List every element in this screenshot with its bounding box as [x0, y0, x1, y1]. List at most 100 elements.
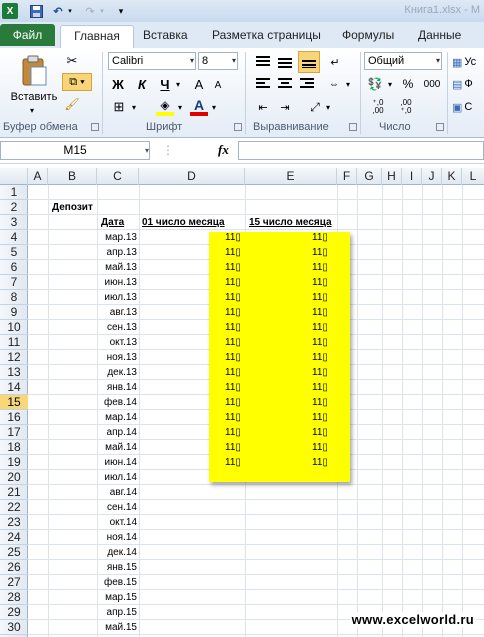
undo-dropdown-icon[interactable]: ▾ [66, 3, 74, 19]
value-cell-day-1[interactable]: 11▯ [225, 380, 241, 395]
value-cell-day-15[interactable]: 11▯ [312, 260, 328, 275]
date-cell[interactable]: май.14 [97, 440, 137, 455]
tab-page-layout[interactable]: Разметка страницы [212, 28, 321, 42]
row-header[interactable]: 21 [0, 485, 28, 500]
column-header-e[interactable]: E [245, 168, 337, 185]
row-header[interactable]: 4 [0, 230, 28, 245]
align-left-icon[interactable] [254, 76, 272, 92]
value-cell-day-1[interactable]: 11▯ [225, 305, 241, 320]
value-cell-day-15[interactable]: 11▯ [312, 290, 328, 305]
row-header[interactable]: 24 [0, 530, 28, 545]
row-header[interactable]: 27 [0, 575, 28, 590]
date-cell[interactable]: июн.14 [97, 455, 137, 470]
row-header[interactable]: 12 [0, 350, 28, 365]
row-header[interactable]: 30 [0, 620, 28, 635]
date-cell[interactable]: апр.14 [97, 425, 137, 440]
value-cell-day-15[interactable]: 11▯ [312, 455, 328, 470]
redo-dropdown-icon[interactable]: ▾ [98, 3, 106, 19]
align-center-icon[interactable] [276, 76, 294, 92]
row-header[interactable]: 1 [0, 185, 28, 200]
date-cell[interactable]: апр.15 [97, 605, 137, 620]
row-header[interactable]: 8 [0, 290, 28, 305]
underline-dropdown-icon[interactable]: ▾ [174, 78, 182, 90]
value-cell-day-1[interactable]: 11▯ [225, 455, 241, 470]
date-cell[interactable]: авг.13 [97, 305, 137, 320]
date-cell[interactable]: мар.14 [97, 410, 137, 425]
orientation-icon[interactable]: ⤢ [306, 99, 324, 115]
column-header-c[interactable]: C [97, 168, 139, 185]
currency-dropdown-icon[interactable]: ▾ [386, 78, 394, 90]
cell-styles-button[interactable]: ▣ С [452, 99, 484, 115]
row-header[interactable]: 18 [0, 440, 28, 455]
value-cell-day-15[interactable]: 11▯ [312, 230, 328, 245]
alignment-launcher-icon[interactable] [349, 123, 357, 131]
column-header-l[interactable]: L [462, 168, 484, 185]
date-cell[interactable]: сен.13 [97, 320, 137, 335]
font-launcher-icon[interactable] [234, 123, 242, 131]
tab-formulas[interactable]: Формулы [342, 28, 394, 42]
date-cell[interactable]: окт.14 [97, 515, 137, 530]
align-top-icon[interactable] [254, 54, 272, 70]
row-header[interactable]: 14 [0, 380, 28, 395]
column-header-b[interactable]: B [48, 168, 97, 185]
column-header-d[interactable]: D [139, 168, 245, 185]
tab-home[interactable]: Главная [60, 25, 134, 48]
row-header[interactable]: 17 [0, 425, 28, 440]
value-cell-day-15[interactable]: 11▯ [312, 425, 328, 440]
row-header[interactable]: 22 [0, 500, 28, 515]
column-header-g[interactable]: G [357, 168, 382, 185]
value-cell-day-15[interactable]: 11▯ [312, 365, 328, 380]
row-header[interactable]: 20 [0, 470, 28, 485]
align-middle-icon[interactable] [276, 54, 294, 70]
fill-color-icon[interactable]: ◈ [156, 98, 174, 116]
row-header[interactable]: 5 [0, 245, 28, 260]
value-cell-day-15[interactable]: 11▯ [312, 305, 328, 320]
value-cell-day-15[interactable]: 11▯ [312, 440, 328, 455]
date-cell[interactable]: апр.13 [97, 245, 137, 260]
value-cell-day-15[interactable]: 11▯ [312, 335, 328, 350]
value-cell-day-1[interactable]: 11▯ [225, 290, 241, 305]
row-header[interactable]: 15 [0, 395, 28, 410]
font-name-select[interactable]: Calibri ▾ [108, 52, 196, 70]
date-cell[interactable]: июл.13 [97, 290, 137, 305]
value-cell-day-15[interactable]: 11▯ [312, 410, 328, 425]
borders-icon[interactable]: ⊞ [110, 99, 128, 115]
date-cell[interactable]: янв.15 [97, 560, 137, 575]
value-cell-day-1[interactable]: 11▯ [225, 425, 241, 440]
date-cell[interactable]: июл.14 [97, 470, 137, 485]
row-header[interactable]: 10 [0, 320, 28, 335]
date-cell[interactable]: дек.14 [97, 545, 137, 560]
column-header-i[interactable]: I [402, 168, 422, 185]
number-launcher-icon[interactable] [436, 123, 444, 131]
value-cell-day-15[interactable]: 11▯ [312, 395, 328, 410]
value-cell-day-1[interactable]: 11▯ [225, 335, 241, 350]
increase-decimal-button[interactable]: ⁺,0 ,00 [366, 99, 390, 115]
save-icon[interactable] [28, 3, 44, 19]
value-cell-day-1[interactable]: 11▯ [225, 245, 241, 260]
row-header[interactable]: 7 [0, 275, 28, 290]
shrink-font-button[interactable]: A [212, 78, 224, 92]
thousands-button[interactable]: 000 [422, 76, 442, 92]
insert-function-icon[interactable]: fx [218, 142, 229, 158]
date-cell[interactable]: ноя.14 [97, 530, 137, 545]
row-header[interactable]: 13 [0, 365, 28, 380]
value-cell-day-15[interactable]: 11▯ [312, 350, 328, 365]
value-cell-day-15[interactable]: 11▯ [312, 380, 328, 395]
value-cell-day-1[interactable]: 11▯ [225, 275, 241, 290]
date-cell[interactable]: авг.14 [97, 485, 137, 500]
row-header[interactable]: 25 [0, 545, 28, 560]
value-cell-day-1[interactable]: 11▯ [225, 395, 241, 410]
date-cell[interactable]: май.13 [97, 260, 137, 275]
value-cell-day-1[interactable]: 11▯ [225, 410, 241, 425]
row-header[interactable]: 16 [0, 410, 28, 425]
align-right-icon[interactable] [298, 76, 316, 92]
column-header-a[interactable]: A [28, 168, 48, 185]
date-cell[interactable]: дек.13 [97, 365, 137, 380]
redo-icon[interactable]: ↷ [82, 3, 98, 19]
row-header[interactable]: 2 [0, 200, 28, 215]
format-painter-icon[interactable]: 🖌 [64, 96, 80, 112]
increase-indent-icon[interactable]: ⇥ [276, 99, 294, 115]
tab-data[interactable]: Данные [418, 28, 461, 42]
copy-button[interactable]: ⧉ ▾ [62, 73, 92, 91]
value-cell-day-1[interactable]: 11▯ [225, 350, 241, 365]
